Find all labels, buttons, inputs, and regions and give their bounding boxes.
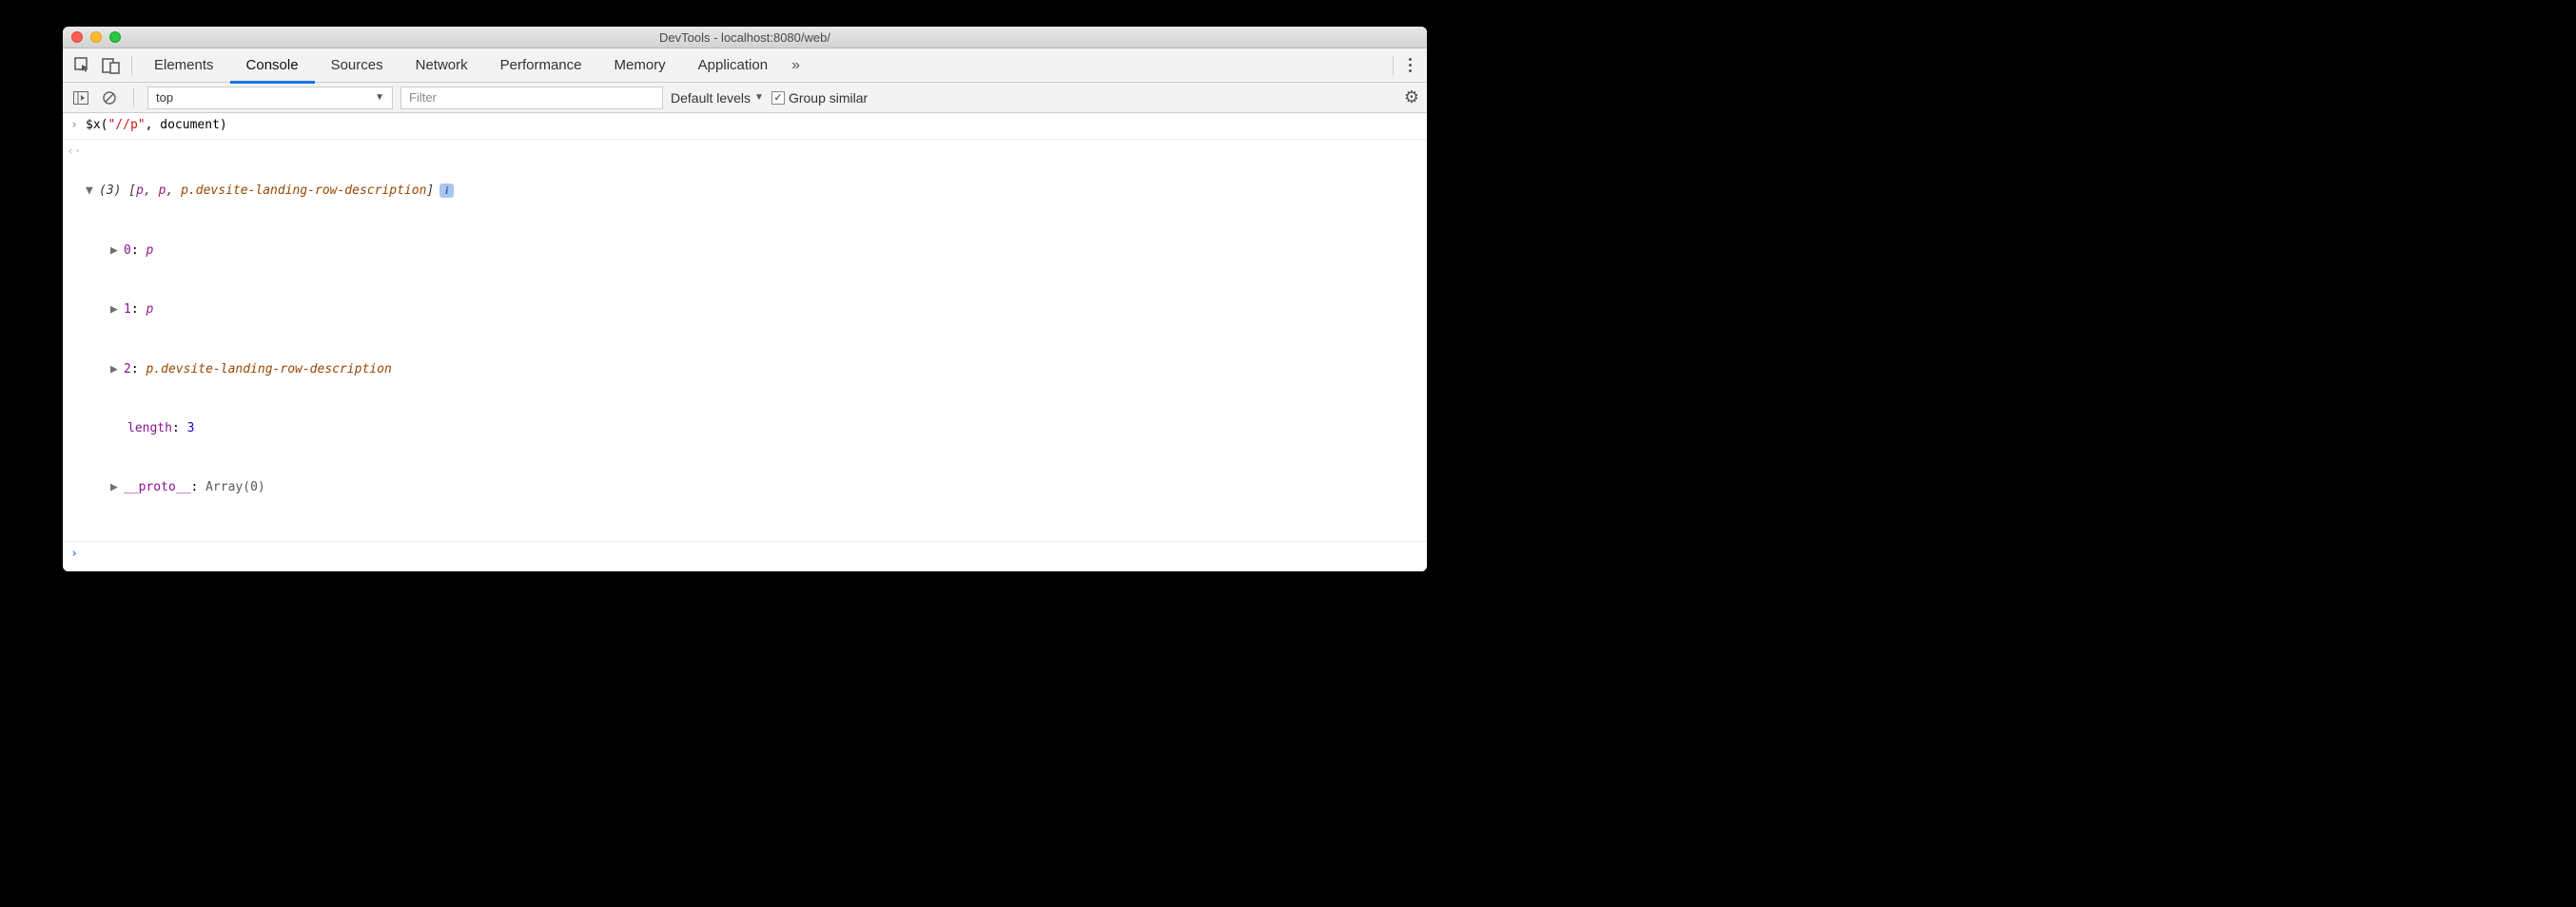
- array-length: length: 3: [86, 419, 1417, 439]
- levels-label: Default levels: [671, 90, 751, 106]
- console-prompt-row[interactable]: ›: [63, 542, 1427, 571]
- expand-icon[interactable]: ▶: [110, 478, 124, 498]
- settings-gear-icon[interactable]: ⚙: [1404, 87, 1419, 107]
- info-badge-icon[interactable]: i: [439, 183, 454, 198]
- tab-sources[interactable]: Sources: [315, 48, 400, 83]
- dropdown-icon: ▼: [754, 92, 764, 103]
- more-tabs-icon[interactable]: »: [784, 57, 808, 74]
- array-summary[interactable]: ▼(3) [p, p, p.devsite-landing-row-descri…: [86, 182, 1417, 202]
- tab-performance[interactable]: Performance: [484, 48, 598, 83]
- array-item[interactable]: ▶0: p: [86, 241, 1417, 261]
- panel-tabs: Elements Console Sources Network Perform…: [63, 48, 1427, 83]
- kebab-menu-icon[interactable]: [1399, 58, 1421, 72]
- device-toolbar-icon[interactable]: [97, 51, 126, 80]
- output-icon: ‹·: [63, 143, 86, 163]
- console-command[interactable]: $x("//p", document): [86, 116, 1427, 136]
- collapse-icon[interactable]: ▼: [86, 182, 99, 202]
- group-similar-checkbox[interactable]: ✓: [771, 91, 785, 105]
- context-value: top: [156, 90, 173, 105]
- clear-console-icon[interactable]: [99, 87, 120, 108]
- console-toolbar: top ▼ Filter Default levels ▼ ✓ Group si…: [63, 83, 1427, 113]
- devtools-window: DevTools - localhost:8080/web/ Elements …: [63, 27, 1427, 571]
- sidebar-toggle-icon[interactable]: [70, 87, 91, 108]
- filter-placeholder: Filter: [409, 90, 437, 105]
- dropdown-icon: ▼: [375, 92, 384, 103]
- window-title: DevTools - localhost:8080/web/: [63, 30, 1427, 45]
- input-prompt-icon: ›: [63, 116, 86, 136]
- titlebar: DevTools - localhost:8080/web/: [63, 27, 1427, 48]
- context-selector[interactable]: top ▼: [147, 87, 393, 109]
- prompt-icon: ›: [63, 545, 86, 565]
- expand-icon[interactable]: ▶: [110, 300, 124, 320]
- array-item[interactable]: ▶1: p: [86, 300, 1417, 320]
- tab-application[interactable]: Application: [682, 48, 784, 83]
- console-input-row: › $x("//p", document): [63, 113, 1427, 140]
- expand-icon[interactable]: ▶: [110, 360, 124, 380]
- tab-memory[interactable]: Memory: [598, 48, 682, 83]
- group-similar-label: Group similar: [789, 90, 868, 106]
- array-proto[interactable]: ▶__proto__: Array(0): [86, 478, 1417, 498]
- console-result-row: ‹· ▼(3) [p, p, p.devsite-landing-row-des…: [63, 140, 1427, 542]
- expand-icon[interactable]: ▶: [110, 241, 124, 261]
- filter-input[interactable]: Filter: [400, 87, 663, 109]
- log-levels-selector[interactable]: Default levels ▼: [671, 90, 764, 106]
- tab-network[interactable]: Network: [400, 48, 484, 83]
- tab-console[interactable]: Console: [230, 49, 315, 84]
- tab-elements[interactable]: Elements: [138, 48, 230, 83]
- console-input[interactable]: [86, 545, 1427, 568]
- array-item[interactable]: ▶2: p.devsite-landing-row-description: [86, 360, 1417, 380]
- console-output: › $x("//p", document) ‹· ▼(3) [p, p, p.d…: [63, 113, 1427, 571]
- inspect-element-icon[interactable]: [68, 51, 97, 80]
